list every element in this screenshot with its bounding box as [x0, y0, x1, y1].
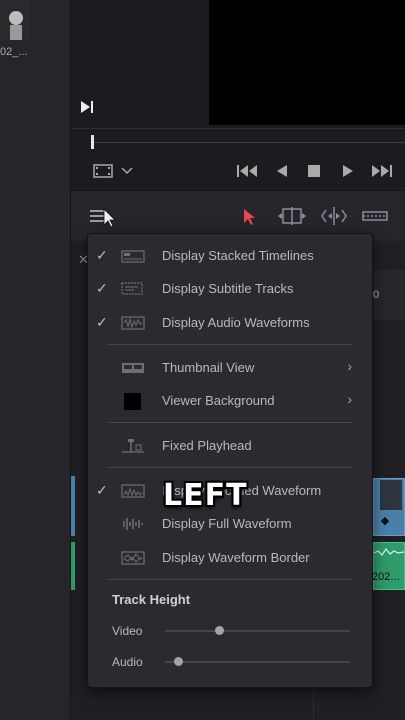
- audio-height-label: Audio: [112, 655, 143, 669]
- selection-mode-icon[interactable]: [242, 207, 258, 227]
- play-reverse-icon[interactable]: [274, 163, 290, 179]
- menu-item-label: Fixed Playhead: [162, 438, 252, 453]
- jump-to-end-icon[interactable]: [80, 100, 94, 114]
- stacked-timelines-icon: [121, 248, 147, 264]
- menu-item-label: Display Subtitle Tracks: [162, 281, 294, 296]
- video-height-label: Video: [112, 624, 143, 638]
- subtitle-tracks-icon: [121, 281, 147, 297]
- menu-item-audio-waveforms[interactable]: ✓ Display Audio Waveforms: [88, 308, 372, 338]
- trim-edit-mode-icon[interactable]: [277, 206, 307, 226]
- audio-height-slider[interactable]: [165, 661, 350, 663]
- menu-item-thumbnail-view[interactable]: Thumbnail View ›: [88, 353, 372, 383]
- scrubber-playhead[interactable]: [91, 135, 94, 149]
- menu-item-subtitle-tracks[interactable]: ✓ Display Subtitle Tracks: [88, 274, 372, 304]
- menu-separator: [108, 422, 353, 423]
- menu-item-label: Viewer Background: [162, 393, 275, 408]
- audio-height-slider-handle[interactable]: [173, 657, 183, 666]
- checkmark-icon: ✓: [96, 314, 108, 330]
- waveform-border-icon: [121, 550, 147, 566]
- viewer-canvas: [209, 0, 405, 125]
- scrubber-track: [90, 142, 405, 143]
- ruler-timecode: 0: [373, 289, 380, 301]
- keyframe-diamond-icon[interactable]: ◆: [379, 514, 391, 527]
- fixed-playhead-icon: [121, 438, 147, 454]
- menu-item-full-waveform[interactable]: Display Full Waveform: [88, 509, 372, 539]
- video-height-slider[interactable]: [165, 630, 350, 632]
- viewer-background-icon: [121, 393, 147, 410]
- menu-item-stacked-timelines[interactable]: ✓ Display Stacked Timelines: [88, 241, 372, 271]
- media-clip-name: 02_...: [0, 46, 28, 58]
- video-height-slider-handle[interactable]: [214, 626, 224, 635]
- menu-separator: [108, 344, 353, 345]
- rectified-waveform-icon: [121, 483, 147, 499]
- menu-item-label: Display Audio Waveforms: [162, 315, 310, 330]
- media-clip-thumbnail[interactable]: [0, 0, 30, 40]
- clip-view-icon[interactable]: [92, 163, 114, 179]
- dynamic-trim-icon[interactable]: [320, 206, 348, 226]
- menu-item-waveform-border[interactable]: Display Waveform Border: [88, 543, 372, 573]
- menu-item-label: Display Waveform Border: [162, 550, 310, 565]
- video-clip-thumbnail: [380, 480, 402, 510]
- checkmark-icon: ✓: [96, 280, 108, 296]
- menu-item-label: Display Full Waveform: [162, 516, 292, 531]
- timeline-view-options-icon[interactable]: [89, 207, 115, 229]
- checkmark-icon: ✓: [96, 247, 108, 263]
- timeline-view-options-menu: ✓ Display Stacked Timelines ✓ Display Su…: [87, 233, 373, 688]
- blade-edit-icon[interactable]: [362, 208, 388, 224]
- go-to-start-icon[interactable]: [236, 163, 258, 179]
- go-to-end-icon[interactable]: [370, 163, 394, 179]
- full-waveform-icon: [121, 516, 147, 532]
- play-icon[interactable]: [340, 163, 356, 179]
- audio-track-header[interactable]: [71, 542, 75, 590]
- menu-item-viewer-background[interactable]: Viewer Background ›: [88, 386, 372, 416]
- menu-item-fixed-playhead[interactable]: Fixed Playhead: [88, 431, 372, 461]
- menu-separator: [108, 579, 353, 580]
- checkmark-icon: ✓: [96, 482, 108, 498]
- stop-icon[interactable]: [306, 163, 322, 179]
- video-track-header[interactable]: [71, 476, 75, 536]
- audio-waveforms-icon: [121, 315, 147, 331]
- chevron-right-icon: ›: [347, 391, 352, 407]
- thumbnail-view-icon: [121, 360, 147, 376]
- panel-divider: [313, 690, 314, 720]
- chevron-right-icon: ›: [347, 358, 352, 374]
- menu-item-label: Display Stacked Timelines: [162, 248, 314, 263]
- menu-item-label: Thumbnail View: [162, 360, 255, 375]
- overlay-caption: LEFT: [163, 478, 248, 513]
- media-pool-panel: [0, 0, 71, 720]
- chevron-down-icon[interactable]: [120, 163, 134, 179]
- audio-clip-label: 202...: [372, 571, 400, 583]
- menu-separator: [108, 467, 353, 468]
- track-height-heading: Track Height: [112, 592, 191, 607]
